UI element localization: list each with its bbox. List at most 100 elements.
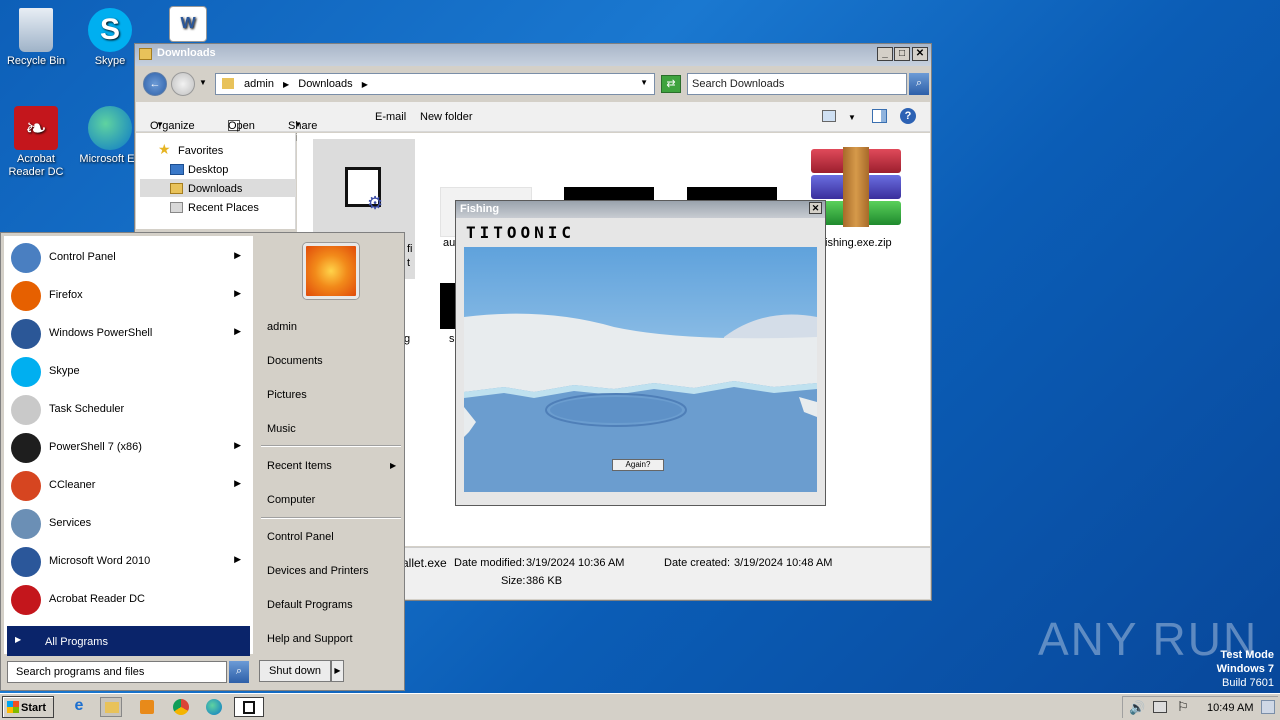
start-item-recent-items[interactable]: Recent Items — [267, 460, 332, 472]
again-button[interactable]: Again? — [612, 459, 664, 471]
user-avatar[interactable] — [303, 243, 359, 299]
test-mode-text: Test Mode Windows 7 Build 7601 — [1217, 648, 1274, 690]
start-program-item[interactable]: Task Scheduler — [7, 391, 249, 427]
start-search-input[interactable]: Search programs and files — [7, 661, 227, 683]
forward-button[interactable] — [171, 72, 195, 96]
all-programs-button[interactable]: ▶ All Programs — [7, 626, 250, 656]
start-item-pictures[interactable]: Pictures — [267, 389, 307, 401]
internet-explorer-icon[interactable]: e — [68, 697, 90, 717]
start-item-documents[interactable]: Documents — [267, 355, 323, 367]
recent-places-icon — [170, 202, 183, 213]
status-filename: allet.exe — [402, 556, 447, 570]
minimize-button[interactable]: _ — [877, 47, 893, 61]
edge-icon — [88, 106, 132, 150]
start-item-control-panel[interactable]: Control Panel — [267, 531, 334, 543]
folder-icon — [105, 702, 119, 713]
game-scene[interactable]: Again? — [464, 247, 817, 492]
nav-desktop[interactable]: Desktop — [188, 164, 228, 176]
fishing-taskbar-button[interactable] — [234, 697, 264, 717]
start-program-item[interactable]: Skype — [7, 353, 249, 389]
size-label: Size: — [501, 575, 526, 587]
start-item-computer[interactable]: Computer — [267, 494, 315, 506]
desktop-icon-label: Acrobat Reader DC — [8, 153, 64, 178]
close-button[interactable]: ✕ — [912, 47, 928, 61]
window-title: Downloads — [157, 47, 216, 59]
shutdown-options-button[interactable]: ▶ — [331, 660, 344, 682]
start-program-item[interactable]: Services — [7, 505, 249, 541]
desktop-icon-word-document[interactable]: W — [152, 6, 224, 45]
all-programs-label: All Programs — [45, 636, 108, 648]
program-icon — [11, 547, 41, 577]
fishing-title: Fishing — [460, 203, 500, 215]
show-desktop-button[interactable] — [1261, 700, 1275, 714]
file-label: s — [449, 333, 455, 345]
test-mode-line3: Build 7601 — [1222, 677, 1274, 689]
nav-favorites[interactable]: Favorites — [178, 145, 223, 157]
shutdown-button[interactable]: Shut down — [259, 660, 331, 682]
arrow-right-icon: ▶ — [234, 250, 241, 260]
email-button[interactable]: E-mail — [375, 111, 406, 123]
preview-pane-icon[interactable] — [872, 109, 887, 123]
acrobat-icon: ❧ — [14, 106, 58, 150]
program-label: Windows PowerShell — [49, 327, 153, 339]
start-program-item[interactable]: PowerShell 7 (x86) ▶ — [7, 429, 249, 465]
refresh-button[interactable]: ⇄ — [661, 75, 681, 93]
history-dropdown-icon[interactable]: ▼ — [199, 78, 207, 87]
program-label: CCleaner — [49, 479, 96, 491]
desktop-icon-recycle-bin[interactable]: Recycle Bin — [0, 8, 72, 67]
action-center-flag-icon[interactable]: ⚐ — [1177, 699, 1189, 715]
program-icon — [11, 319, 41, 349]
address-dropdown-icon[interactable]: ▼ — [640, 78, 648, 87]
size-value: 386 KB — [526, 575, 563, 587]
program-label: Microsoft Word 2010 — [49, 555, 151, 567]
desktop-icon-label: Recycle Bin — [6, 55, 66, 67]
clock[interactable]: 10:49 AM — [1207, 702, 1253, 714]
breadcrumb-admin[interactable]: admin — [244, 78, 274, 90]
start-button[interactable]: Start — [2, 696, 54, 718]
start-item-help-support[interactable]: Help and Support — [267, 633, 353, 645]
breadcrumb-separator-icon[interactable]: ▶ — [362, 80, 368, 89]
file-label: ishing.exe.zip — [825, 237, 892, 249]
search-input[interactable]: Search Downloads — [687, 73, 907, 95]
breadcrumb-separator-icon[interactable]: ▶ — [283, 80, 289, 89]
search-icon[interactable]: ⌕ — [229, 661, 249, 683]
file-label: t — [407, 257, 411, 269]
explorer-titlebar[interactable]: Downloads _ □ ✕ — [135, 44, 931, 66]
speaker-icon[interactable]: 🔊 — [1129, 700, 1145, 716]
network-icon[interactable] — [1153, 701, 1167, 713]
chrome-icon[interactable] — [170, 697, 192, 717]
chevron-down-icon[interactable]: ▼ — [848, 113, 856, 122]
taskbar: Start e 🔊 ⚐ 10:49 AM — [0, 693, 1280, 720]
breadcrumb-downloads[interactable]: Downloads — [298, 78, 352, 90]
start-program-item[interactable]: Acrobat Reader DC — [7, 581, 249, 617]
view-options-icon[interactable] — [822, 110, 836, 122]
start-program-item[interactable]: Firefox ▶ — [7, 277, 249, 313]
media-player-icon[interactable] — [136, 697, 158, 717]
start-item-default-programs[interactable]: Default Programs — [267, 599, 353, 611]
fishing-close-button[interactable]: ✕ — [809, 202, 822, 214]
nav-recent-places[interactable]: Recent Places — [188, 202, 259, 214]
program-label: Task Scheduler — [49, 403, 125, 415]
maximize-button[interactable]: □ — [894, 47, 910, 61]
start-program-item[interactable]: CCleaner ▶ — [7, 467, 249, 503]
address-bar[interactable]: admin ▶ Downloads ▶ ▼ — [215, 73, 655, 95]
start-program-item[interactable]: Control Panel ▶ — [7, 239, 249, 275]
date-created-value: 3/19/2024 10:48 AM — [734, 557, 833, 569]
start-program-item[interactable]: Microsoft Word 2010 ▶ — [7, 543, 249, 579]
start-item-admin[interactable]: admin — [267, 321, 297, 333]
edge-icon[interactable] — [203, 697, 225, 717]
fishing-titlebar[interactable]: Fishing ✕ — [456, 201, 825, 218]
new-folder-button[interactable]: New folder — [420, 111, 473, 123]
file-explorer-taskbar-button[interactable] — [100, 697, 122, 717]
start-program-item[interactable]: Windows PowerShell ▶ — [7, 315, 249, 351]
date-modified-label: Date modified: — [454, 557, 525, 569]
back-button[interactable]: ← — [143, 72, 167, 96]
program-label: PowerShell 7 (x86) — [49, 441, 142, 453]
nav-downloads[interactable]: Downloads — [188, 183, 242, 195]
help-icon[interactable]: ? — [900, 108, 916, 124]
desktop-icon-acrobat[interactable]: ❧ Acrobat Reader DC — [0, 106, 72, 179]
file-label: fi — [407, 243, 413, 255]
search-icon[interactable]: ⌕ — [909, 73, 929, 95]
start-item-music[interactable]: Music — [267, 423, 296, 435]
start-item-devices-printers[interactable]: Devices and Printers — [267, 565, 369, 577]
